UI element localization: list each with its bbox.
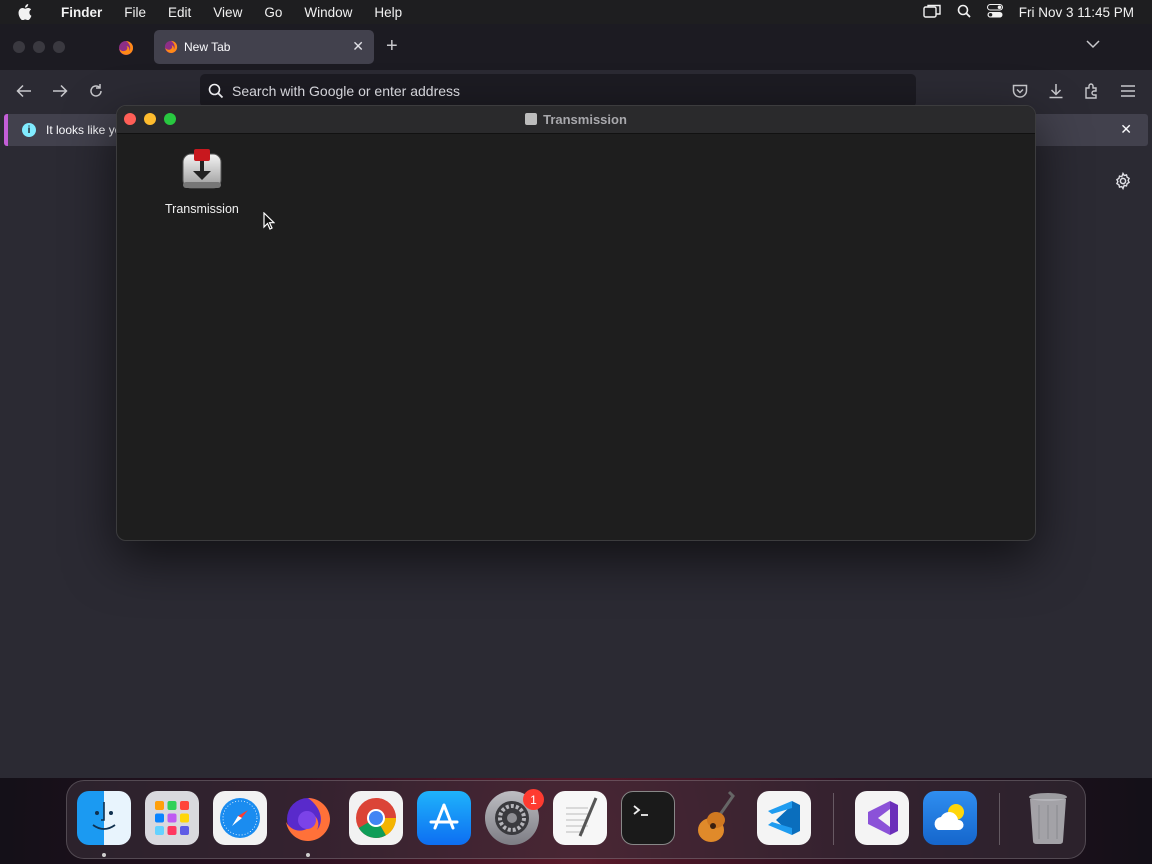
- forward-arrow-icon[interactable]: [48, 79, 72, 103]
- dock-visual-studio-icon[interactable]: [855, 791, 909, 845]
- close-notification-icon[interactable]: ✕: [1120, 121, 1132, 138]
- spotlight-search-icon[interactable]: [957, 4, 971, 21]
- dock-weather-icon[interactable]: [923, 791, 977, 845]
- dock-separator: [999, 793, 1000, 845]
- reload-icon[interactable]: [84, 79, 108, 103]
- mouse-cursor-icon: [263, 211, 276, 235]
- window-close-button[interactable]: [13, 41, 25, 53]
- file-item-transmission[interactable]: Transmission: [165, 148, 239, 216]
- menu-go[interactable]: Go: [253, 5, 293, 20]
- apple-menu-icon[interactable]: [0, 4, 50, 20]
- menu-app-name[interactable]: Finder: [50, 5, 113, 20]
- disk-image-icon: [525, 113, 538, 125]
- dock: [66, 780, 1086, 859]
- search-icon: [208, 83, 224, 98]
- tab-new-tab[interactable]: New Tab ✕: [154, 30, 374, 64]
- menu-help[interactable]: Help: [363, 5, 413, 20]
- menu-file[interactable]: File: [113, 5, 157, 20]
- address-bar[interactable]: [200, 74, 916, 107]
- new-tab-button[interactable]: +: [386, 35, 398, 58]
- window-minimize-button[interactable]: [33, 41, 45, 53]
- back-arrow-icon[interactable]: [12, 79, 36, 103]
- address-input[interactable]: [232, 82, 832, 99]
- menu-bar: Finder File Edit View Go Window Help Fri…: [0, 0, 1152, 24]
- dock-vscode-icon[interactable]: [757, 791, 811, 845]
- control-center-icon[interactable]: [986, 3, 1003, 21]
- tab-title: New Tab: [184, 40, 231, 54]
- running-indicator: [306, 853, 310, 857]
- finder-window: Transmission Transmission: [116, 105, 1036, 541]
- dock-terminal-icon[interactable]: [621, 791, 675, 845]
- dock-app-store-icon[interactable]: [417, 791, 471, 845]
- firefox-icon: [119, 41, 133, 55]
- dock-garageband-icon[interactable]: [689, 790, 743, 845]
- firefox-icon: [164, 40, 178, 54]
- menu-clock[interactable]: Fri Nov 3 11:45 PM: [1019, 5, 1134, 20]
- screen-mirroring-icon[interactable]: [923, 4, 941, 21]
- gear-icon[interactable]: [1114, 171, 1132, 195]
- close-tab-icon[interactable]: ✕: [352, 38, 364, 55]
- menu-edit[interactable]: Edit: [157, 5, 202, 20]
- dock-trash-icon[interactable]: [1021, 791, 1075, 845]
- dock-finder-icon[interactable]: [77, 791, 131, 845]
- window-zoom-button[interactable]: [53, 41, 65, 53]
- hamburger-menu-icon[interactable]: [1116, 79, 1140, 103]
- dock-textedit-icon[interactable]: [553, 791, 607, 845]
- dock-firefox-icon[interactable]: [281, 791, 335, 845]
- info-icon: i: [22, 123, 36, 137]
- menu-window[interactable]: Window: [293, 5, 363, 20]
- dock-safari-icon[interactable]: [213, 791, 267, 845]
- pinned-tab-firefox[interactable]: [112, 36, 140, 60]
- transmission-app-icon: [180, 148, 224, 192]
- settings-update-badge: 1: [523, 789, 544, 810]
- dock-launchpad-icon[interactable]: [145, 791, 199, 845]
- finder-window-title: Transmission: [117, 112, 1035, 127]
- tab-bar: New Tab ✕ +: [0, 24, 1152, 70]
- extensions-icon[interactable]: [1080, 79, 1104, 103]
- running-indicator: [102, 853, 106, 857]
- chevron-down-icon[interactable]: [1086, 36, 1100, 54]
- file-label: Transmission: [165, 202, 239, 216]
- finder-title-bar[interactable]: Transmission: [117, 106, 1035, 134]
- finder-title-text: Transmission: [543, 112, 627, 127]
- menu-view[interactable]: View: [202, 5, 253, 20]
- pocket-icon[interactable]: [1008, 79, 1032, 103]
- dock-chrome-icon[interactable]: [349, 791, 403, 845]
- dock-separator: [833, 793, 834, 845]
- notification-text: It looks like yo: [46, 123, 122, 137]
- downloads-icon[interactable]: [1044, 79, 1068, 103]
